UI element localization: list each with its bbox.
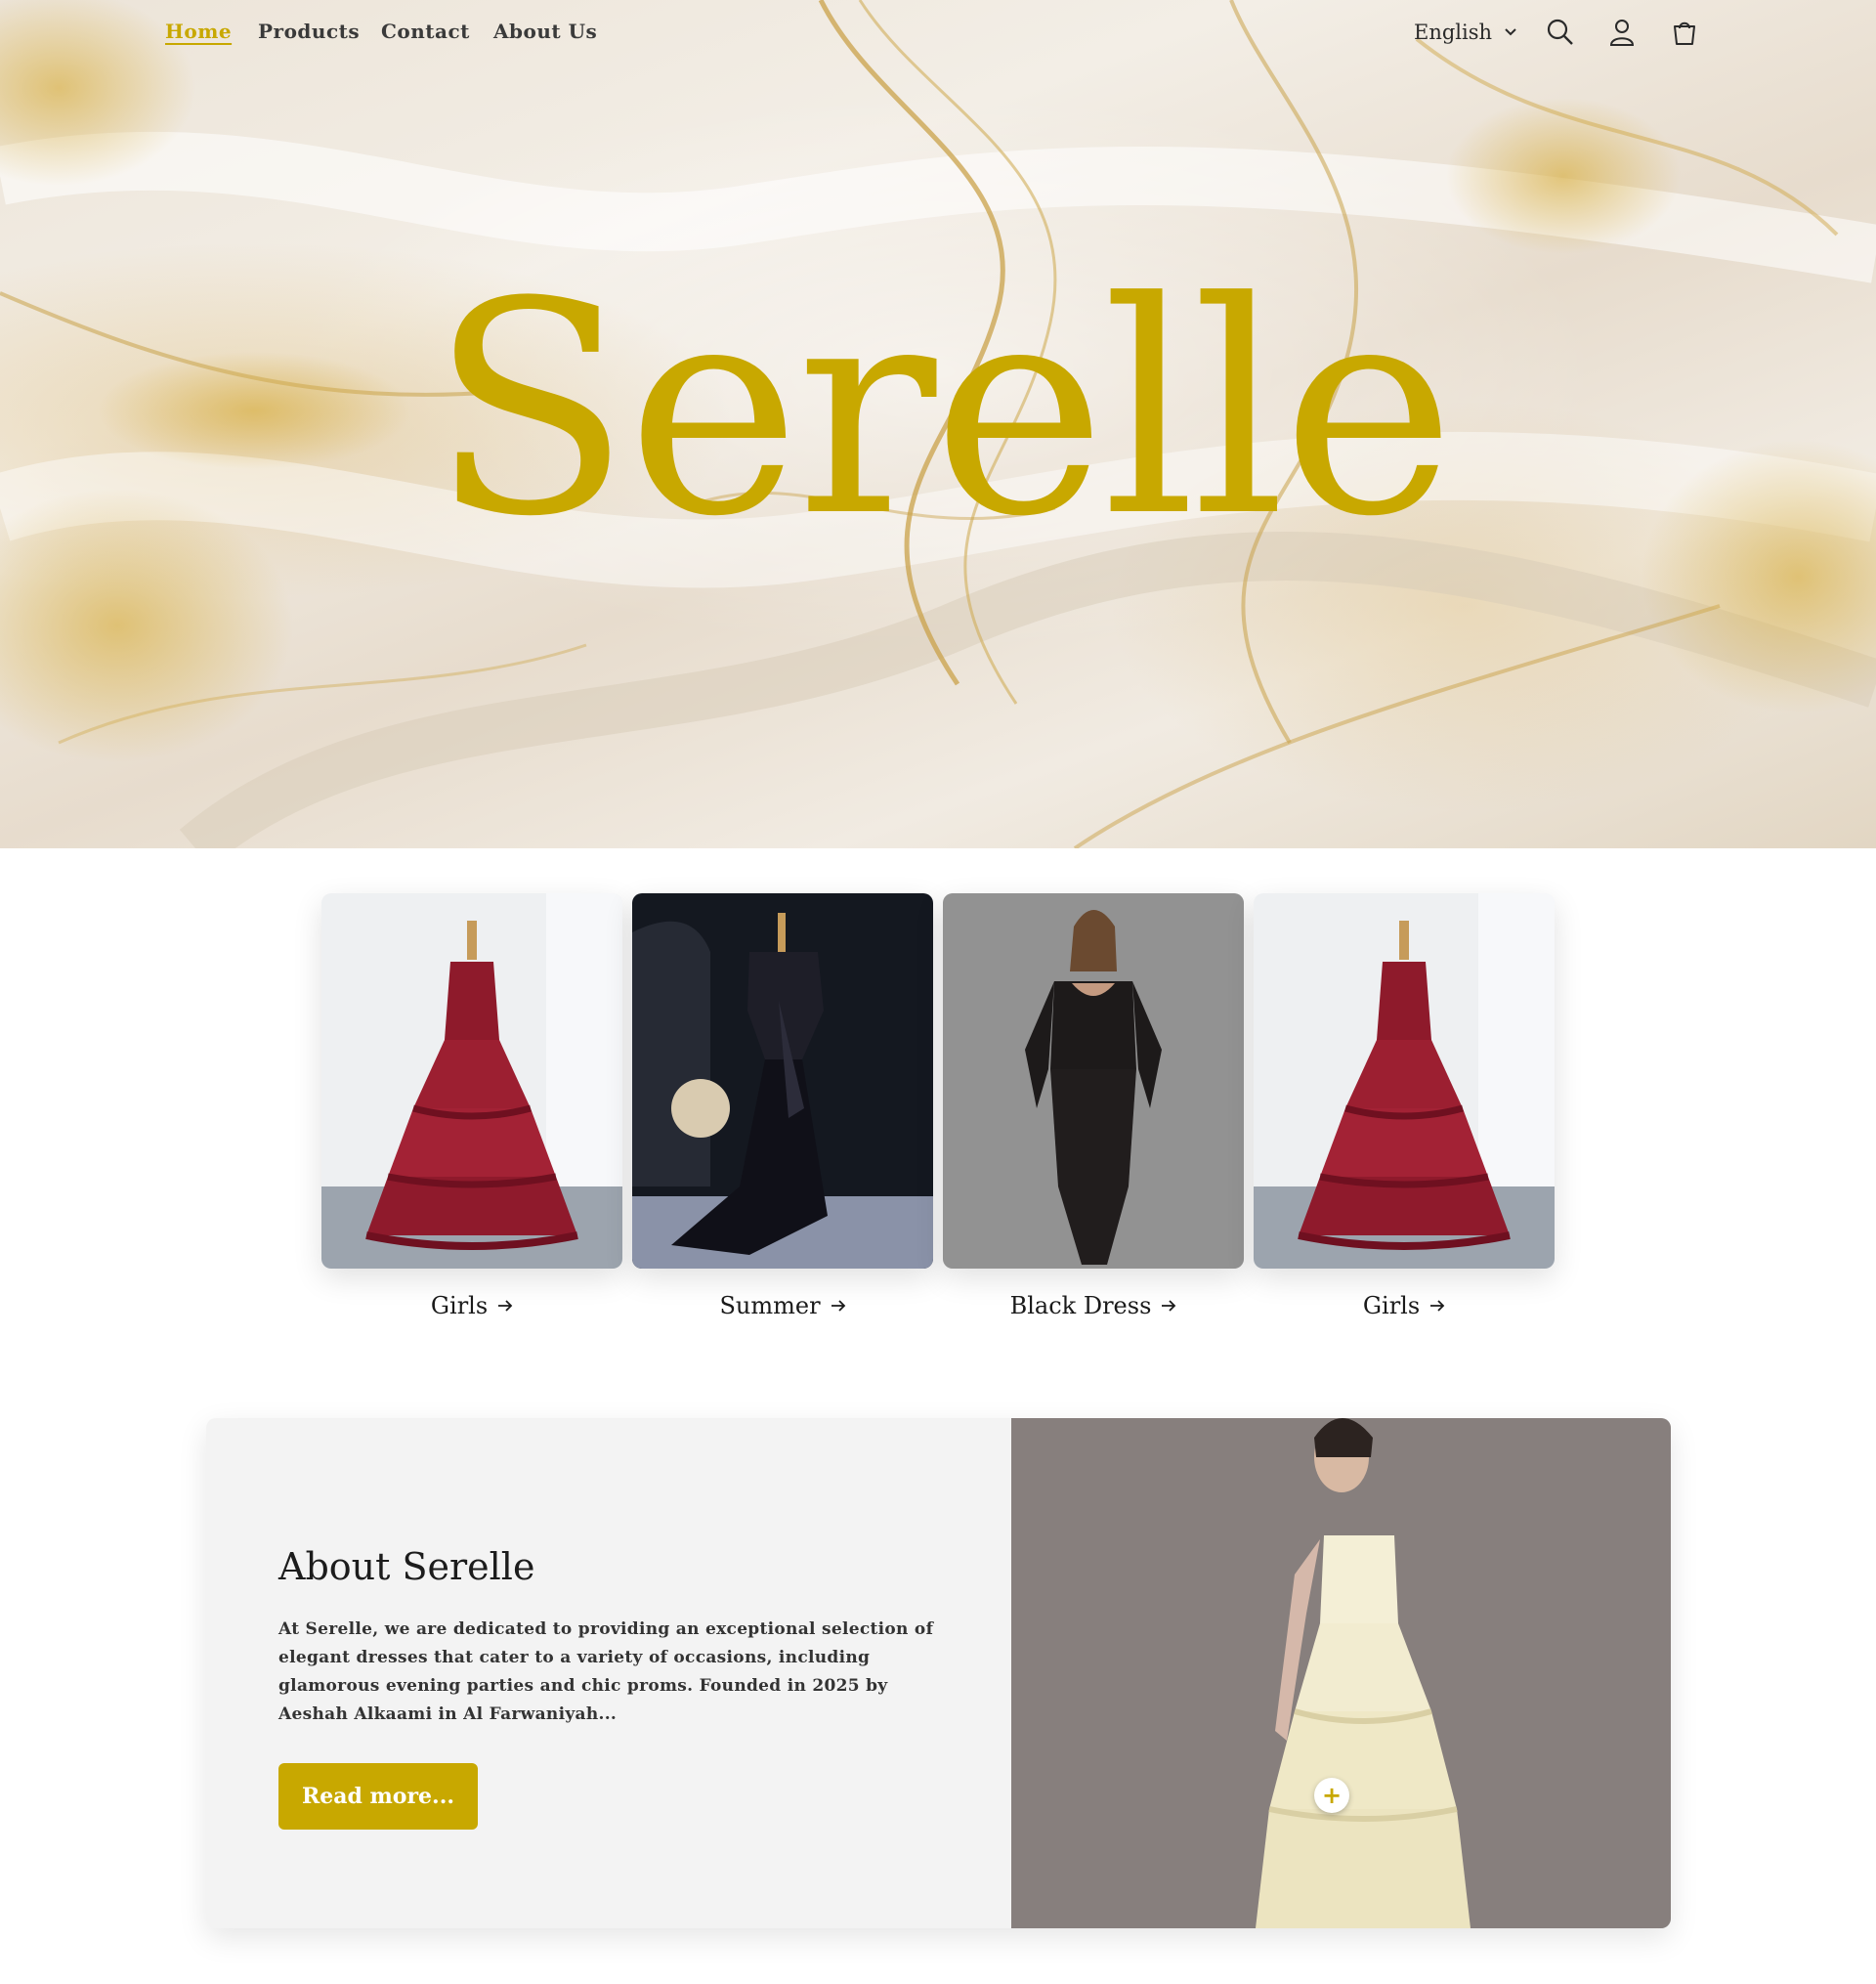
read-more-button[interactable]: Read more... — [278, 1763, 478, 1830]
collection-image — [321, 893, 622, 1269]
chevron-down-icon — [1505, 28, 1516, 36]
nav-link-contact[interactable]: Contact — [381, 20, 470, 43]
collection-label: Summer — [719, 1292, 821, 1319]
main-navigation: Home Products Contact About Us — [0, 20, 1876, 49]
collection-image — [632, 893, 933, 1269]
about-description: At Serelle, we are dedicated to providin… — [278, 1619, 934, 1724]
about-image — [1011, 1418, 1671, 1928]
brand-logo: Serelle — [430, 239, 1455, 581]
collection-image — [1254, 893, 1555, 1269]
collection-link[interactable]: Girls — [321, 1292, 622, 1319]
nav-link-about-us[interactable]: About Us — [493, 20, 597, 43]
collection-card[interactable]: Summer — [632, 893, 933, 1319]
arrow-right-icon — [1162, 1300, 1176, 1312]
cart-icon[interactable] — [1670, 18, 1699, 47]
collection-link[interactable]: Summer — [632, 1292, 933, 1319]
nav-link-products[interactable]: Products — [258, 20, 360, 43]
language-selector[interactable]: English — [1414, 21, 1517, 44]
language-label: English — [1414, 21, 1493, 44]
collection-link[interactable]: Black Dress — [943, 1292, 1244, 1319]
nav-link-home[interactable]: Home — [165, 20, 232, 43]
arrow-right-icon — [1430, 1300, 1445, 1312]
collection-card[interactable]: Black Dress — [943, 893, 1244, 1319]
collection-card[interactable]: Girls — [1254, 893, 1555, 1319]
arrow-right-icon — [498, 1300, 513, 1312]
collection-label: Girls — [1362, 1292, 1421, 1319]
collection-label: Black Dress — [1009, 1292, 1152, 1319]
collection-image — [943, 893, 1244, 1269]
collection-card[interactable]: Girls — [321, 893, 622, 1319]
search-icon[interactable] — [1546, 18, 1575, 47]
hero-banner: Home Products Contact About Us English S… — [0, 0, 1876, 848]
about-text-block: About Serelle At Serelle, we are dedicat… — [278, 1545, 962, 1729]
collection-label: Girls — [430, 1292, 489, 1319]
account-icon[interactable] — [1607, 18, 1637, 47]
about-title: About Serelle — [278, 1545, 535, 1588]
about-section: About Serelle At Serelle, we are dedicat… — [206, 1418, 1671, 1928]
collection-link[interactable]: Girls — [1254, 1292, 1555, 1319]
product-hotspot-button[interactable]: + — [1314, 1778, 1349, 1813]
arrow-right-icon — [831, 1300, 845, 1312]
